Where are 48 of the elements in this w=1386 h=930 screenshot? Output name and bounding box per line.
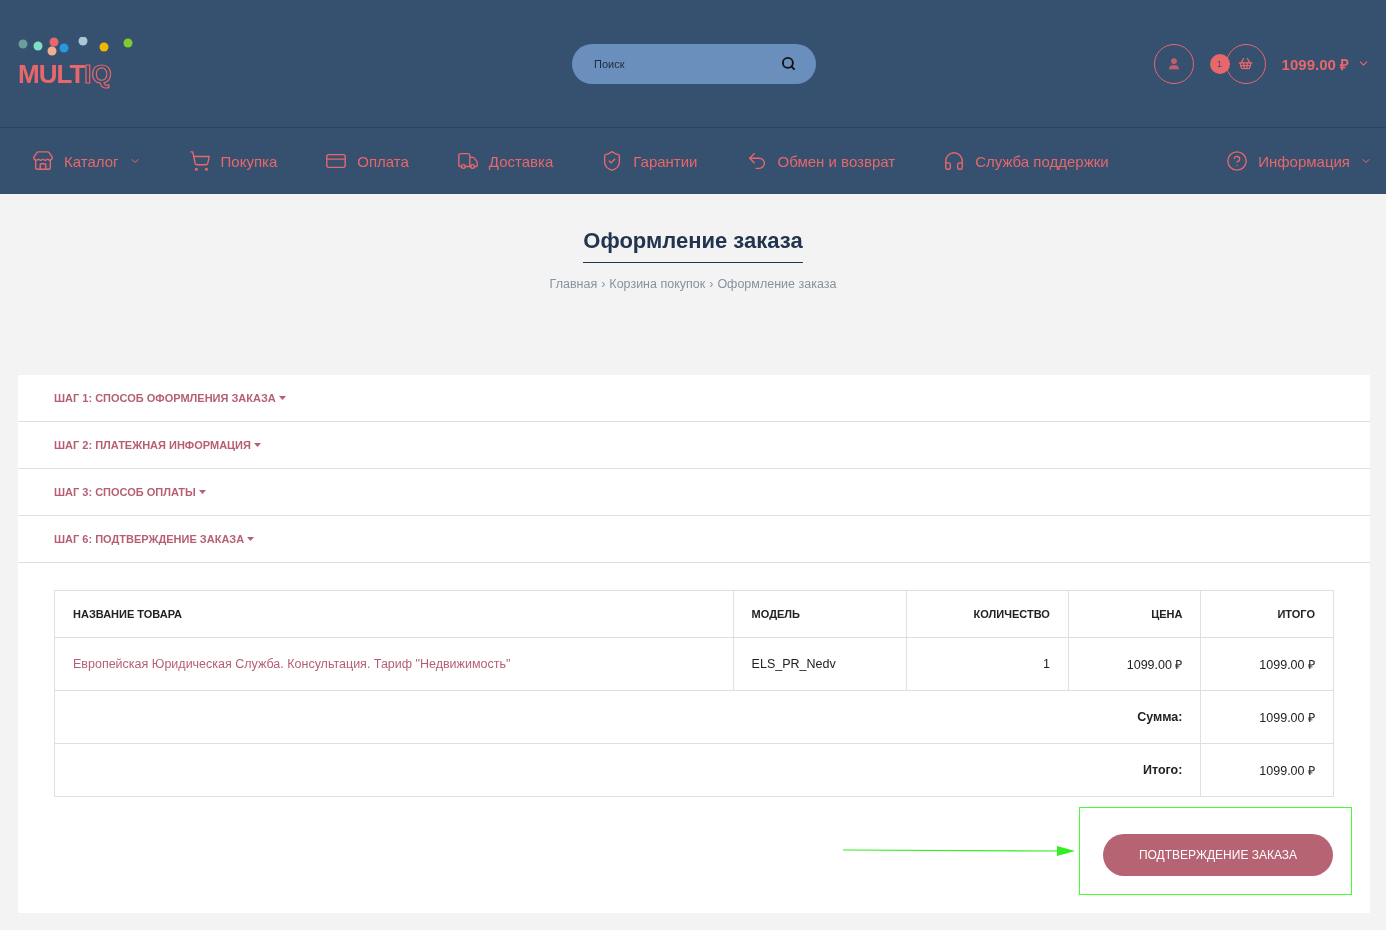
logo[interactable]: MULTIQ (18, 37, 258, 90)
column-header: ЦЕНА (1068, 590, 1201, 638)
table-cell: ELS_PR_Nedv (733, 637, 907, 691)
total-label: Итого: (54, 743, 1201, 797)
search-field[interactable]: Поиск (592, 56, 781, 71)
nav-link[interactable]: Каталог (32, 150, 141, 172)
basket-icon (1238, 56, 1254, 71)
logo-text: MULT (18, 59, 85, 90)
headset-icon (943, 150, 966, 172)
breadcrumb-link[interactable]: Оформление заказа (717, 277, 837, 291)
table-cell: 1099.00 ₽ (1200, 637, 1334, 691)
truck-icon (456, 150, 479, 172)
product-link[interactable]: Европейская Юридическая Служба. Консультация. Тариф "Недвижимость" (54, 637, 734, 691)
total-value: 1099.00 ₽ (1200, 690, 1334, 744)
total-label: Сумма: (54, 690, 1201, 744)
column-header: КОЛИЧЕСТВО (906, 590, 1069, 638)
store-icon (32, 150, 54, 172)
table-cell: 1099.00 ₽ (1068, 637, 1201, 691)
breadcrumb-link[interactable]: Главная (549, 277, 598, 291)
nav-link[interactable]: Покупка (188, 150, 278, 172)
breadcrumb-link[interactable]: Корзина покупок (609, 277, 706, 291)
nav-link[interactable]: Служба поддержки (943, 150, 1109, 172)
nav-link[interactable]: Обмен и возврат (745, 150, 896, 172)
nav-link[interactable]: Гарантии (601, 150, 698, 172)
breadcrumb-separator: › (601, 277, 606, 291)
search-icon[interactable] (781, 56, 796, 71)
caret-icon (253, 443, 261, 447)
logo-text: IQ (84, 59, 112, 90)
caret-icon (247, 537, 255, 541)
cart-count-badge: 1 (1209, 53, 1230, 74)
column-header: НАЗВАНИЕ ТОВАРА (54, 590, 734, 638)
user-icon (1166, 56, 1181, 71)
nav-link[interactable]: Доставка (456, 150, 554, 172)
nav-link[interactable]: Оплата (325, 150, 409, 172)
caret-icon (278, 396, 286, 400)
breadcrumb-separator: › (709, 277, 714, 291)
cart-icon (188, 150, 211, 172)
table-cell: 1 (906, 637, 1069, 691)
column-header: МОДЕЛЬ (733, 590, 907, 638)
search-bar[interactable]: Поиск (572, 43, 816, 84)
caret-icon (198, 490, 206, 494)
confirm-order-button[interactable]: ПОДТВЕРЖДЕНИЕ ЗАКАЗА (1103, 834, 1333, 876)
column-header: ИТОГО (1200, 590, 1334, 638)
total-value: 1099.00 ₽ (1200, 743, 1334, 797)
cart-total[interactable]: 1099.00 ₽ (1281, 53, 1370, 74)
nav-link[interactable]: Информация (1226, 150, 1372, 172)
help-icon (1226, 150, 1249, 172)
page-title: Оформление заказа (583, 228, 803, 263)
